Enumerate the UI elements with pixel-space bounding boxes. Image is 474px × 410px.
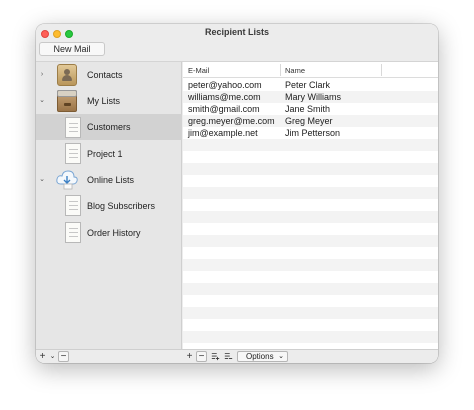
- sidebar-item-label: Contacts: [87, 70, 123, 80]
- document-icon: [65, 222, 81, 243]
- sidebar-item-label: Online Lists: [87, 175, 135, 185]
- table-row[interactable]: [183, 319, 438, 331]
- email-cell: smith@gmail.com: [188, 104, 260, 114]
- column-header-name[interactable]: Name: [285, 66, 305, 75]
- chevron-down-icon: ⌄: [278, 353, 284, 360]
- table-row[interactable]: [183, 175, 438, 187]
- document-icon: [65, 143, 81, 164]
- recipient-lists-window: Recipient Lists New Mail › Contacts ⌄ My…: [36, 24, 438, 363]
- table-row[interactable]: [183, 199, 438, 211]
- disclosure-expanded-icon[interactable]: ⌄: [38, 96, 46, 106]
- table-row[interactable]: williams@me.com Mary Williams: [183, 91, 438, 103]
- email-cell: jim@example.net: [188, 128, 258, 138]
- table-row[interactable]: [183, 247, 438, 259]
- window-title: Recipient Lists: [204, 27, 269, 37]
- file-cabinet-icon: [57, 90, 77, 112]
- email-cell: peter@yahoo.com: [188, 80, 262, 90]
- sidebar-item-blog-subscribers[interactable]: Blog Subscribers: [36, 192, 182, 218]
- sidebar-item-order-history[interactable]: Order History: [36, 218, 182, 244]
- chevron-down-icon[interactable]: ⌄: [47, 351, 58, 362]
- bottom-bar: + ⌄ − + − Options ⌄: [36, 349, 438, 363]
- sidebar-item-label: My Lists: [87, 96, 121, 106]
- table-row[interactable]: [183, 283, 438, 295]
- sidebar-item-label: Order History: [87, 228, 141, 238]
- name-cell: Jane Smith: [285, 104, 331, 114]
- table-row[interactable]: [183, 139, 438, 151]
- options-label: Options: [246, 352, 274, 361]
- sidebar-item-project-1[interactable]: Project 1: [36, 140, 182, 166]
- table-header: E-Mail Name: [183, 62, 438, 78]
- table-remove-button[interactable]: −: [196, 351, 207, 362]
- options-popup-button[interactable]: Options ⌄: [237, 351, 288, 362]
- table-row[interactable]: [183, 259, 438, 271]
- sidebar-item-contacts[interactable]: › Contacts: [36, 62, 182, 88]
- remove-rows-icon[interactable]: [223, 351, 234, 362]
- email-cell: greg.meyer@me.com: [188, 116, 275, 126]
- document-icon: [65, 195, 81, 216]
- title-bar: Recipient Lists New Mail: [36, 24, 438, 62]
- table-row[interactable]: [183, 187, 438, 199]
- sidebar: › Contacts ⌄ My Lists Customers Project …: [36, 62, 182, 349]
- table-row[interactable]: [183, 331, 438, 343]
- name-cell: Greg Meyer: [285, 116, 333, 126]
- table-row[interactable]: [183, 211, 438, 223]
- table-row[interactable]: peter@yahoo.com Peter Clark: [183, 79, 438, 91]
- disclosure-collapsed-icon[interactable]: ›: [38, 70, 46, 80]
- sidebar-remove-button[interactable]: −: [58, 351, 69, 362]
- sidebar-item-label: Blog Subscribers: [87, 201, 156, 211]
- table-row[interactable]: [183, 163, 438, 175]
- disclosure-expanded-icon[interactable]: ⌄: [38, 175, 46, 185]
- add-rows-icon[interactable]: [210, 351, 221, 362]
- sidebar-item-my-lists[interactable]: ⌄ My Lists: [36, 88, 182, 114]
- table-row[interactable]: [183, 307, 438, 319]
- table-row[interactable]: [183, 151, 438, 163]
- name-cell: Mary Williams: [285, 92, 341, 102]
- contacts-book-icon: [57, 64, 77, 86]
- sidebar-item-label: Customers: [87, 122, 131, 132]
- table-row[interactable]: smith@gmail.com Jane Smith: [183, 103, 438, 115]
- sidebar-item-online-lists[interactable]: ⌄ Online Lists: [36, 166, 182, 192]
- cloud-download-icon: [56, 170, 78, 190]
- table-row[interactable]: [183, 235, 438, 247]
- column-divider[interactable]: [381, 64, 382, 76]
- column-header-email[interactable]: E-Mail: [188, 66, 209, 75]
- column-divider[interactable]: [280, 64, 281, 76]
- name-cell: Jim Petterson: [285, 128, 341, 138]
- name-cell: Peter Clark: [285, 80, 331, 90]
- recipient-table[interactable]: E-Mail Name peter@yahoo.com Peter Clark wi…: [183, 62, 438, 349]
- email-cell: williams@me.com: [188, 92, 261, 102]
- sidebar-item-label: Project 1: [87, 149, 123, 159]
- table-add-button[interactable]: +: [184, 351, 195, 362]
- document-icon: [65, 117, 81, 138]
- table-row[interactable]: jim@example.net Jim Petterson: [183, 127, 438, 139]
- table-row[interactable]: [183, 295, 438, 307]
- table-row[interactable]: [183, 271, 438, 283]
- sidebar-item-customers[interactable]: Customers: [36, 114, 182, 140]
- table-row[interactable]: greg.meyer@me.com Greg Meyer: [183, 115, 438, 127]
- new-mail-button[interactable]: New Mail: [39, 42, 105, 56]
- table-row[interactable]: [183, 223, 438, 235]
